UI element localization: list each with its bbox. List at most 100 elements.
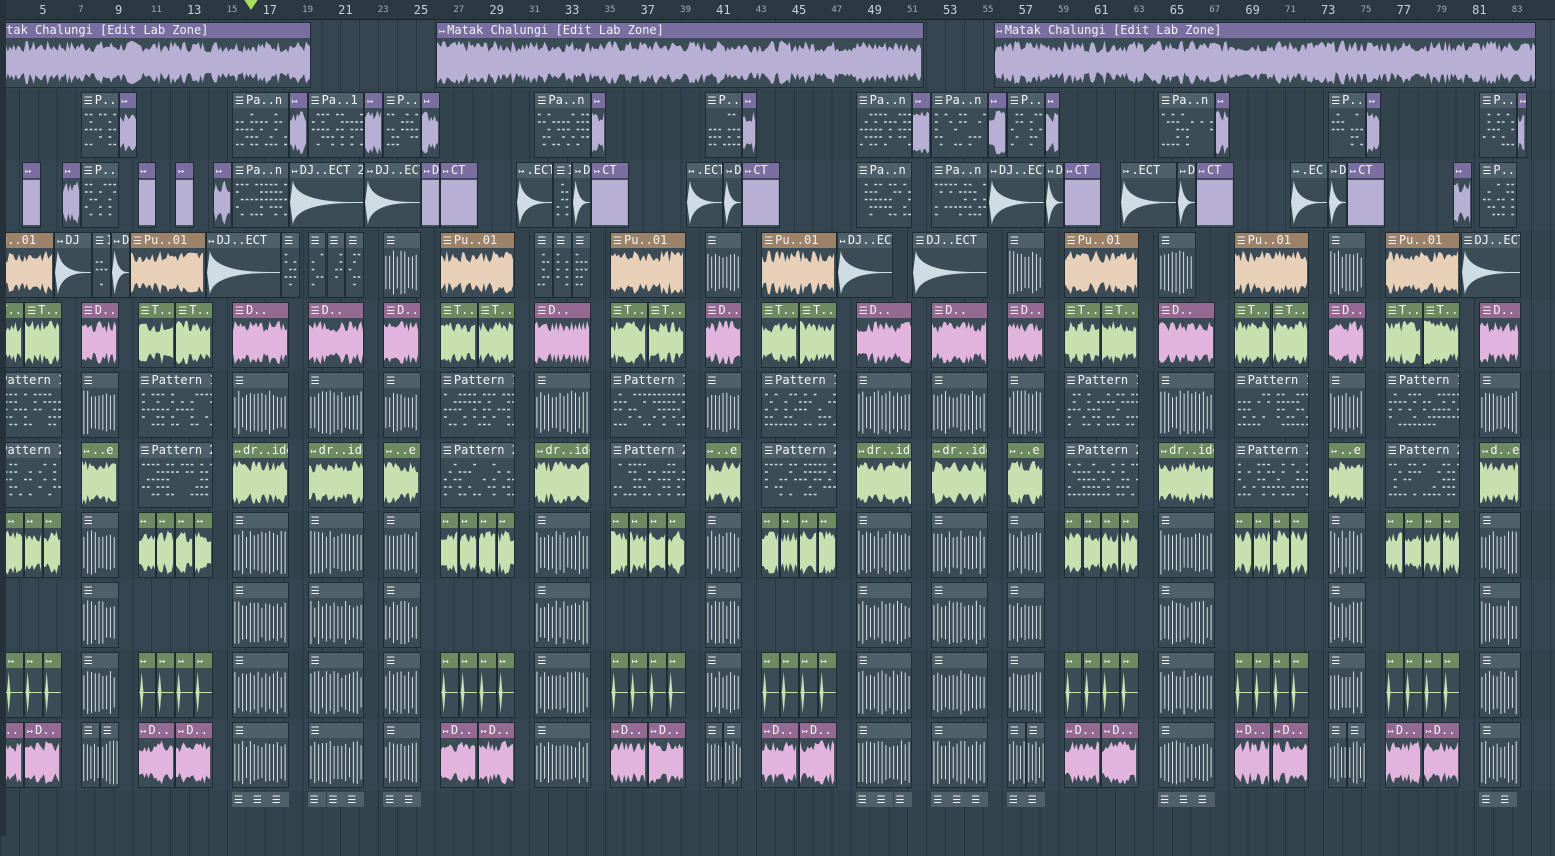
audio-clip[interactable]: ↦	[628, 652, 648, 718]
clip-header[interactable]: ↦	[459, 653, 477, 668]
pattern-clip[interactable]: ☰T..	[137, 302, 176, 368]
audio-clip[interactable]: ↦DJ..ECT	[205, 232, 282, 298]
audio-clip[interactable]: ↦	[1452, 162, 1472, 228]
clip-header[interactable]: ☰T..	[1385, 303, 1422, 318]
clip-header[interactable]: ☰	[932, 513, 987, 528]
clip-header[interactable]: ↦DJ..ECT	[989, 163, 1044, 178]
clip-header[interactable]: ☰	[308, 653, 364, 668]
clip-header[interactable]: ☰	[1329, 373, 1365, 388]
pattern-clip[interactable]: ☰Pattern 1	[610, 372, 686, 438]
clip-header[interactable]: ☰	[384, 233, 420, 248]
audio-clip[interactable]: ↦dr..ide	[534, 442, 592, 508]
pattern-clip[interactable]: ☰	[704, 512, 743, 578]
clip-header[interactable]: ↦DJ..ECT	[837, 233, 893, 248]
audio-clip[interactable]: ↦D..	[1422, 722, 1461, 788]
clip-header[interactable]: ↦	[214, 163, 231, 178]
clip-header[interactable]: ☰	[1329, 723, 1347, 738]
clip-header[interactable]: ☰	[81, 513, 118, 528]
clip-header[interactable]: ↦	[23, 163, 41, 178]
clip-header[interactable]: ☰T..	[1064, 303, 1101, 318]
pattern-clip[interactable]: ☰	[855, 722, 913, 788]
pattern-clip[interactable]: ☰T..	[1233, 302, 1272, 368]
clip-header[interactable]: ↦	[1064, 513, 1082, 528]
pattern-clip[interactable]: ☰	[1479, 372, 1521, 438]
pattern-clip[interactable]: ☰Pattern 1	[439, 372, 516, 438]
clip-header[interactable]: ☰	[269, 792, 289, 807]
clip-header[interactable]: ☰ P..	[384, 93, 420, 108]
clip-header[interactable]: ↦	[1064, 653, 1082, 668]
clip-header[interactable]: ☰	[535, 373, 591, 388]
clip-header[interactable]: ☰	[326, 792, 346, 807]
clip-header[interactable]: ↦D..	[648, 723, 685, 738]
clip-header[interactable]: ☰	[384, 373, 420, 388]
pattern-clip[interactable]: ☰	[232, 372, 289, 438]
audio-clip[interactable]: ↦D..	[723, 162, 743, 228]
audio-clip[interactable]: ↦	[1063, 652, 1083, 718]
playlist-track[interactable]: ↦D..↦D..☰☰↦D..↦D..☰☰☰↦D..↦D..☰↦D..↦D..☰☰…	[0, 720, 1555, 792]
clip-header[interactable]: ☰	[705, 723, 723, 738]
pattern-clip[interactable]: ☰Pattern 2	[1384, 442, 1461, 508]
audio-clip[interactable]: ↦D..	[1384, 722, 1423, 788]
clip-header[interactable]: ☰Pattern 2	[1064, 443, 1139, 458]
audio-clip[interactable]: ↦	[780, 512, 799, 578]
clip-header[interactable]: ☰	[308, 373, 364, 388]
audio-clip[interactable]: ↦	[1120, 512, 1140, 578]
pattern-clip[interactable]: ☰	[704, 652, 743, 718]
clip-header[interactable]: ☰	[1195, 792, 1215, 807]
clip-header[interactable]: ☰DJ..ECT	[1461, 233, 1520, 248]
clip-header[interactable]: ↦	[611, 513, 628, 528]
clip-header[interactable]: ☰	[950, 792, 970, 807]
pattern-clip[interactable]: ☰ D..	[383, 302, 421, 368]
clip-header[interactable]: ↦ CT	[592, 163, 628, 178]
clip-header[interactable]: ☰	[705, 513, 742, 528]
clip-header[interactable]: ↦	[440, 513, 458, 528]
audio-clip[interactable]: ↦D..	[421, 162, 440, 228]
clip-header[interactable]: ↦Matak Chalungi [Edit Lab Zone]	[994, 23, 1536, 38]
clip-header[interactable]: ↦ d..e	[1480, 443, 1520, 458]
clip-header[interactable]: ☰Pu..01	[0, 233, 54, 248]
clip-header[interactable]: ☰Pu..01	[611, 233, 685, 248]
audio-clip[interactable]: ↦ ..e	[1328, 442, 1366, 508]
playlist-tracks[interactable]: ↦Matak Chalungi [Edit Lab Zone]↦Matak Ch…	[0, 20, 1555, 856]
clip-header[interactable]: ☰	[1159, 583, 1214, 598]
audio-clip[interactable]: ↦ CT	[591, 162, 629, 228]
pattern-clip[interactable]: ☰Pu..01	[761, 232, 837, 298]
clip-header[interactable]: ↦ ..e	[384, 443, 420, 458]
clip-header[interactable]: ☰T..	[800, 303, 836, 318]
clip-header[interactable]: ☰	[282, 233, 300, 248]
pattern-clip[interactable]: ☰T..	[1101, 302, 1140, 368]
pattern-clip[interactable]: ☰	[931, 652, 988, 718]
pattern-clip[interactable]: ☰T..	[1422, 302, 1461, 368]
audio-clip[interactable]: ↦Matak Chalungi [Edit Lab Zone]	[993, 22, 1537, 88]
pattern-clip[interactable]: ☰ D..	[1479, 302, 1521, 368]
clip-header[interactable]: ↦D..	[1064, 723, 1101, 738]
pattern-clip[interactable]: ☰	[269, 792, 289, 856]
clip-header[interactable]: ☰	[1329, 233, 1365, 248]
clip-header[interactable]: ↦	[667, 653, 685, 668]
pattern-clip[interactable]: ☰	[1158, 582, 1215, 648]
audio-clip[interactable]: ↦	[1517, 92, 1527, 158]
clip-header[interactable]: ↦	[989, 93, 1006, 108]
clip-header[interactable]: ☰	[705, 653, 742, 668]
clip-header[interactable]: ☰	[855, 792, 875, 807]
pattern-clip[interactable]: ☰	[534, 232, 554, 298]
audio-clip[interactable]: ↦	[817, 652, 837, 718]
clip-header[interactable]: ↦	[762, 513, 780, 528]
pattern-clip[interactable]: ☰Pattern 1	[1233, 372, 1310, 438]
clip-header[interactable]: ☰Pattern 2	[1234, 443, 1309, 458]
clip-header[interactable]: ☰	[893, 792, 913, 807]
clip-header[interactable]: ☰	[1159, 653, 1214, 668]
pattern-clip[interactable]: ☰	[1006, 232, 1045, 298]
clip-header[interactable]: ☰	[384, 513, 420, 528]
clip-header[interactable]: ☰	[233, 583, 288, 598]
clip-header[interactable]: ↦	[611, 653, 628, 668]
audio-clip[interactable]: ↦	[364, 92, 384, 158]
pattern-clip[interactable]: ☰	[383, 792, 403, 856]
clip-header[interactable]: ☰	[705, 373, 742, 388]
audio-clip[interactable]: ↦	[666, 512, 686, 578]
pattern-clip[interactable]: ☰	[931, 512, 988, 578]
pattern-clip[interactable]: ☰	[326, 232, 346, 298]
pattern-clip[interactable]: ☰	[1158, 512, 1215, 578]
clip-header[interactable]: ↦dr..ide	[1159, 443, 1214, 458]
audio-clip[interactable]: ↦	[742, 92, 758, 158]
